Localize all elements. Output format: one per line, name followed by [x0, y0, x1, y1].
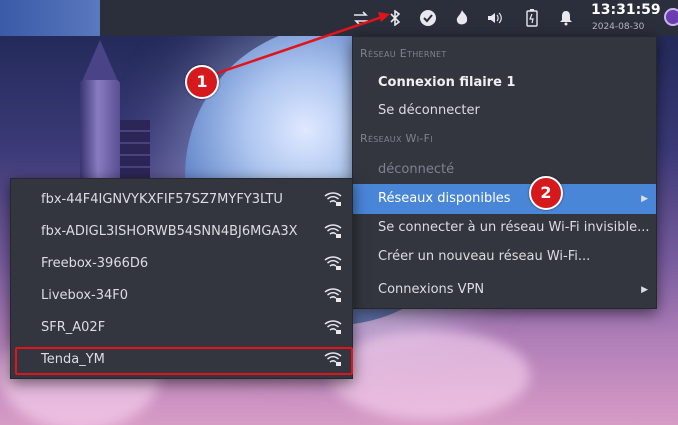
annotation-badge-1: 1 [185, 65, 219, 99]
annotation-badge-2: 2 [529, 176, 563, 210]
highlight-box [15, 347, 353, 375]
